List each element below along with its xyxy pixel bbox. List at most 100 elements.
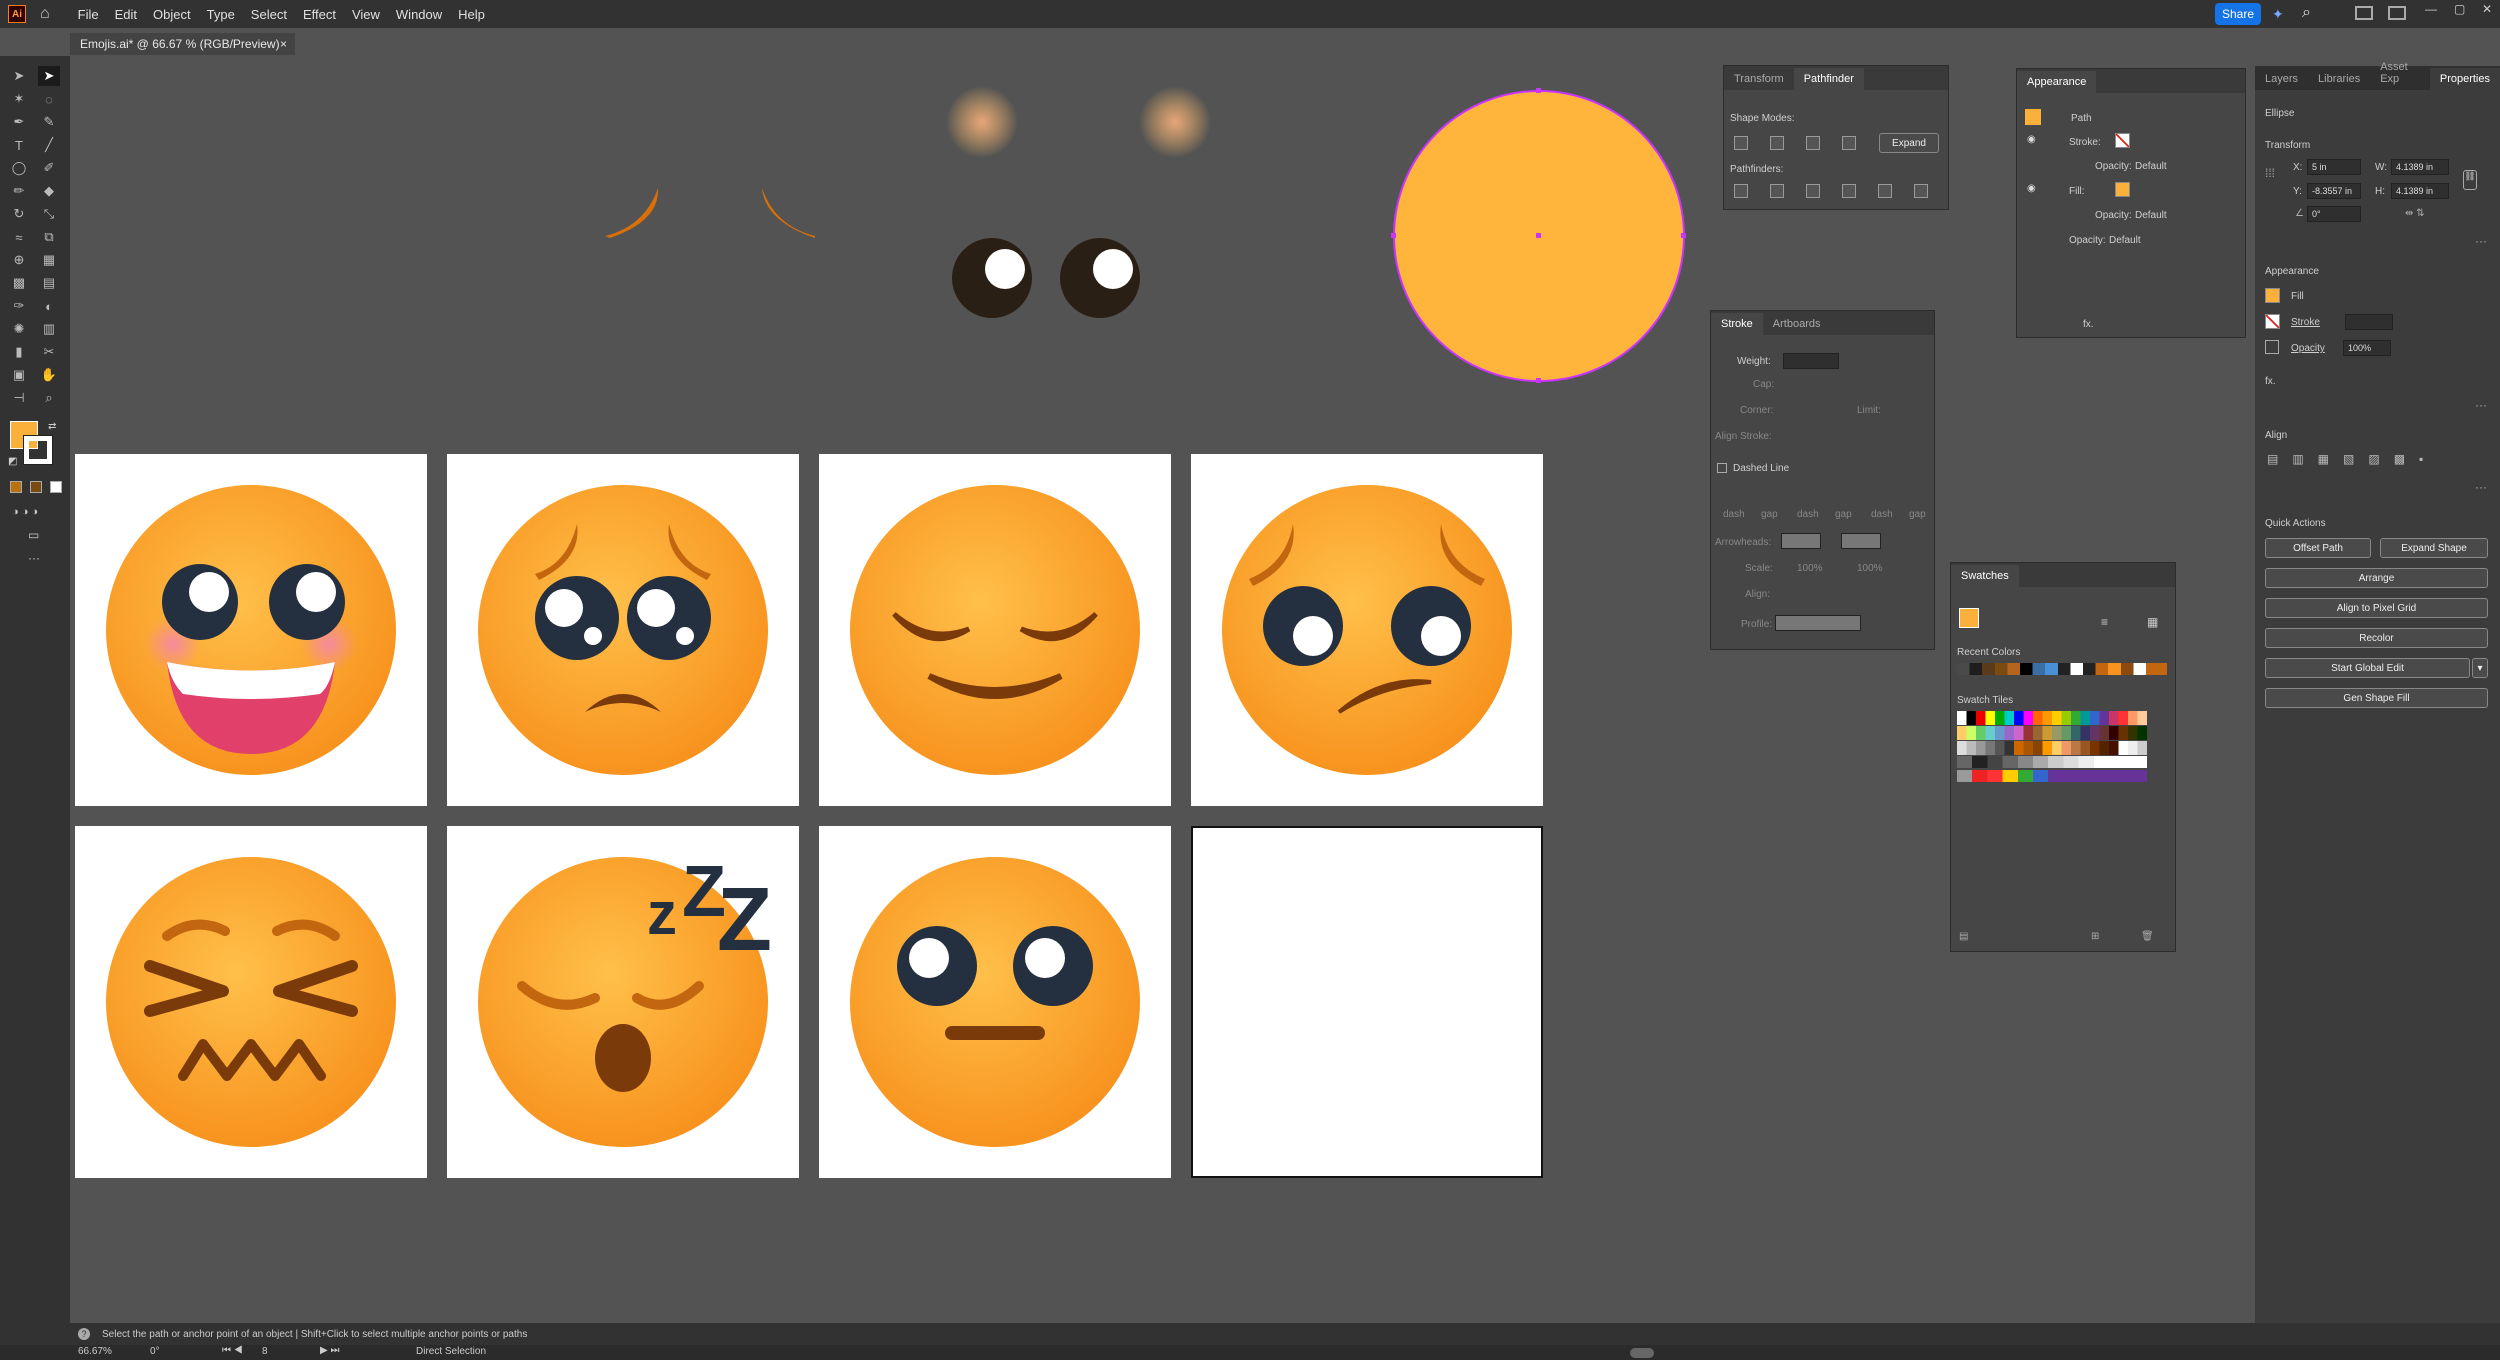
tab-layers[interactable]: Layers — [2255, 73, 2308, 90]
stroke-none-swatch[interactable] — [2265, 314, 2280, 329]
artboard-nav-icon[interactable]: ⏮ ◀ — [222, 1345, 243, 1356]
screen-mode-icon[interactable]: ▭ — [28, 528, 39, 542]
menu-window[interactable]: Window — [388, 7, 450, 22]
unite-icon[interactable] — [1734, 136, 1748, 150]
global-edit-dropdown[interactable]: ▾ — [2472, 658, 2488, 678]
x-field[interactable]: 5 in — [2307, 159, 2361, 175]
home-icon[interactable]: ⌂ — [40, 5, 50, 23]
default-colors-icon[interactable]: ◩ — [8, 456, 17, 467]
measure-icon[interactable]: ⊣ — [8, 388, 30, 408]
menu-type[interactable]: Type — [199, 7, 243, 22]
eyebrow-part-left[interactable] — [605, 188, 659, 238]
slice-icon[interactable]: ✂ — [38, 342, 60, 362]
draw-mode-icon[interactable]: ◑ ◑ ◑ — [12, 506, 38, 518]
weight-field[interactable] — [1783, 353, 1839, 369]
scale-icon[interactable]: ⤡ — [38, 204, 60, 224]
recolor-button[interactable]: Recolor — [2265, 628, 2488, 648]
warp-icon[interactable]: ≈ — [8, 227, 30, 247]
rotate-view[interactable]: 0° — [150, 1346, 160, 1357]
fx-label[interactable]: fx. — [2265, 376, 2276, 387]
more-options-icon[interactable]: ··· — [2475, 480, 2487, 494]
canvas[interactable]: z Z Z — [70, 56, 2255, 1326]
hand-icon[interactable]: ✋ — [38, 365, 60, 385]
graph-icon[interactable]: ▥ — [38, 319, 60, 339]
opacity-label[interactable]: Opacity: — [2095, 210, 2132, 221]
arrange-button[interactable]: Arrange — [2265, 568, 2488, 588]
opacity-label[interactable]: Opacity: — [2095, 161, 2132, 172]
fill-stroke-indicator[interactable] — [1959, 608, 1979, 628]
artboard-7[interactable] — [819, 826, 1171, 1178]
more-options-icon[interactable]: ··· — [2475, 234, 2487, 248]
stroke-none-swatch[interactable] — [2115, 133, 2130, 148]
stroke-label[interactable]: Stroke — [2291, 317, 2320, 328]
reference-point-icon[interactable]: ⁞⁞⁞ — [2265, 166, 2275, 180]
gradient-mode-icon[interactable] — [30, 481, 42, 493]
document-tab[interactable]: Emojis.ai* @ 66.67 % (RGB/Preview) × — [70, 33, 295, 55]
fill-color-swatch[interactable] — [2265, 288, 2280, 303]
tab-stroke[interactable]: Stroke — [1711, 313, 1763, 335]
align-pixel-grid-button[interactable]: Align to Pixel Grid — [2265, 598, 2488, 618]
ellipse-tool-icon[interactable]: ◯ — [8, 158, 30, 178]
fx-label[interactable]: fx. — [2083, 319, 2094, 330]
flip-icons[interactable]: ⇹ ⇅ — [2405, 208, 2425, 219]
eyedropper-icon[interactable]: ✑ — [8, 296, 30, 316]
zoom-icon[interactable]: ⌕ — [38, 388, 60, 408]
eye-icon[interactable]: ◉ — [2027, 183, 2036, 194]
tab-artboards[interactable]: Artboards — [1763, 318, 1831, 335]
h-field[interactable]: 4.1389 in — [2391, 183, 2449, 199]
new-swatch-icon[interactable]: ⊞ — [2091, 931, 2099, 942]
angle-field[interactable]: 0° — [2307, 206, 2361, 222]
w-field[interactable]: 4.1389 in — [2391, 159, 2449, 175]
eraser-icon[interactable]: ◆ — [38, 181, 60, 201]
delete-swatch-icon[interactable]: 🗑 — [2141, 931, 2154, 942]
close-window-icon[interactable]: ✕ — [2482, 2, 2492, 16]
zoom-level[interactable]: 66.67% — [78, 1346, 112, 1357]
exclude-icon[interactable] — [1842, 136, 1856, 150]
blush-part-left[interactable] — [946, 86, 1018, 158]
artboard-tool-icon[interactable]: ▣ — [8, 365, 30, 385]
anchor-point[interactable] — [1536, 378, 1541, 383]
maximize-icon[interactable]: ▢ — [2454, 2, 2465, 16]
share-button[interactable]: Share — [2215, 3, 2261, 25]
artboard-5[interactable] — [75, 826, 427, 1178]
tab-appearance[interactable]: Appearance — [2017, 71, 2097, 93]
arrange-documents-icon[interactable] — [2355, 6, 2373, 20]
eye-icon[interactable]: ◉ — [2027, 134, 2036, 145]
profile-select[interactable] — [1775, 615, 1861, 631]
intersect-icon[interactable] — [1806, 136, 1820, 150]
live-paint-icon[interactable]: ▦ — [38, 250, 60, 270]
free-transform-icon[interactable]: ⧉ — [38, 227, 60, 247]
blush-part-right[interactable] — [1139, 86, 1211, 158]
stroke-weight-field[interactable] — [2345, 314, 2393, 330]
artboard-3[interactable] — [819, 454, 1171, 806]
offset-path-button[interactable]: Offset Path — [2265, 538, 2371, 558]
anchor-point[interactable] — [1536, 88, 1541, 93]
pencil-icon[interactable]: ✏ — [8, 181, 30, 201]
tab-properties[interactable]: Properties — [2429, 68, 2500, 90]
arrowhead-end[interactable] — [1841, 533, 1881, 549]
swap-icon[interactable]: ⇄ — [48, 421, 56, 432]
search-icon[interactable]: ⌕ — [2302, 4, 2311, 22]
fill-label[interactable]: Fill: — [2069, 186, 2085, 197]
discover-icon[interactable]: ✦ — [2272, 6, 2284, 23]
menu-view[interactable]: View — [344, 7, 388, 22]
rotate-icon[interactable]: ↻ — [8, 204, 30, 224]
menu-effect[interactable]: Effect — [295, 7, 344, 22]
anchor-point[interactable] — [1391, 233, 1396, 238]
tab-swatches[interactable]: Swatches — [1951, 565, 2019, 587]
align-icons[interactable]: ▤▥▦▧▨▩▪ — [2267, 452, 2437, 466]
trim-icon[interactable] — [1770, 184, 1784, 198]
constrain-link-icon[interactable]: ⛓ — [2463, 170, 2477, 190]
lasso-icon[interactable]: ◌ — [38, 89, 60, 109]
crop-icon[interactable] — [1842, 184, 1856, 198]
artboard-next-icon[interactable]: ▶ ⏭ — [320, 1345, 339, 1356]
artboard-2[interactable] — [447, 454, 799, 806]
list-view-icon[interactable]: ≡ — [2101, 615, 2108, 629]
expand-button[interactable]: Expand — [1879, 133, 1939, 153]
paintbrush-icon[interactable]: ✐ — [38, 158, 60, 178]
minus-back-icon[interactable] — [1914, 184, 1928, 198]
line-tool-icon[interactable]: ╱ — [38, 135, 60, 155]
tab-libraries[interactable]: Libraries — [2308, 73, 2370, 90]
curvature-icon[interactable]: ✎ — [38, 112, 60, 132]
mesh-icon[interactable]: ▩ — [8, 273, 30, 293]
